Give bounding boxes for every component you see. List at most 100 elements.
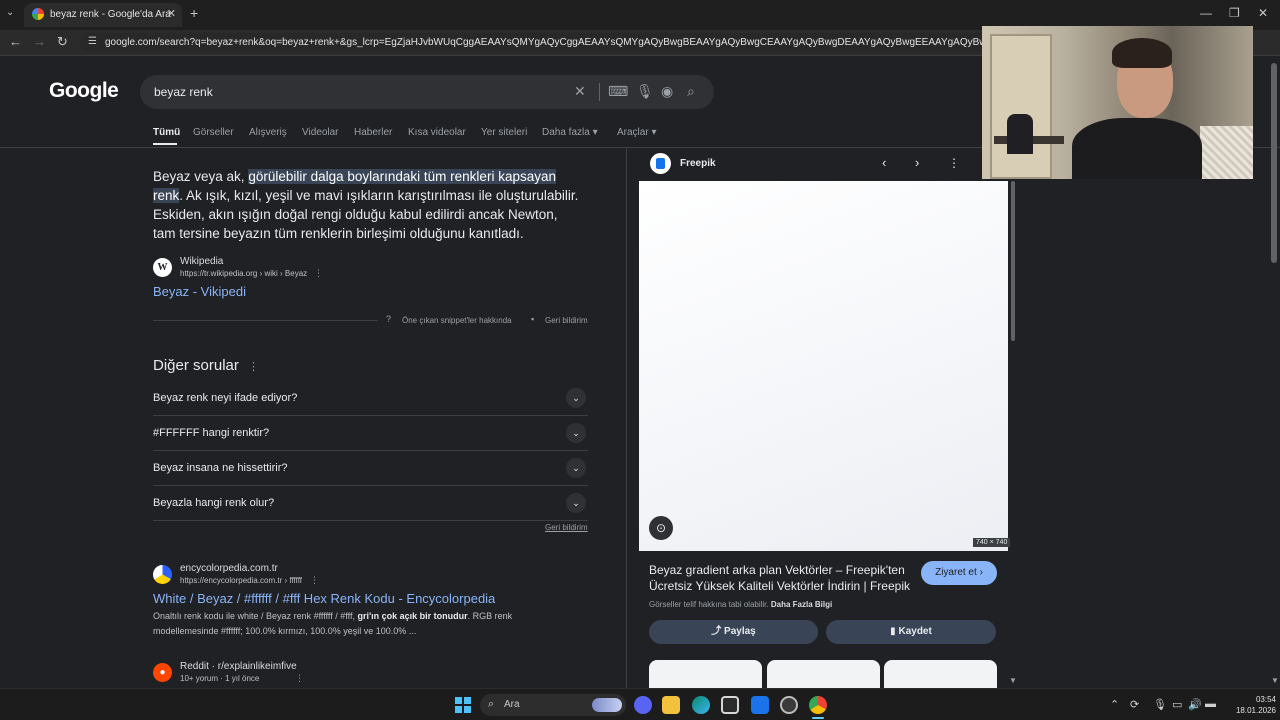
result-site-url[interactable]: https://encycolorpedia.com.tr › ffffff <box>180 576 302 585</box>
page-scrollbar[interactable] <box>1271 63 1277 263</box>
tab-google-search[interactable]: beyaz renk - Google'da Ara ✕ <box>24 3 182 27</box>
panel-divider <box>626 148 627 688</box>
sync-icon[interactable]: ⟳ <box>1130 698 1139 711</box>
webcam-background-door <box>990 34 1052 179</box>
lens-icon[interactable]: ◉ <box>661 83 673 100</box>
clear-search-icon[interactable]: ✕ <box>574 83 586 100</box>
preview-image[interactable] <box>639 181 1008 551</box>
close-tab-icon[interactable]: ✕ <box>167 7 176 20</box>
more-options-icon[interactable]: ⋮ <box>314 268 323 279</box>
copyright-text: Görseller telif hakkına tabi olabilir. <box>649 600 769 609</box>
panel-image-title[interactable]: Beyaz gradient arka plan Vektörler – Fre… <box>649 562 914 594</box>
network-icon[interactable]: ▭ <box>1172 698 1182 711</box>
reddit-icon: ● <box>153 663 172 682</box>
store-icon[interactable] <box>721 696 739 714</box>
snippet-source-url[interactable]: https://tr.wikipedia.org › wiki › Beyaz <box>180 269 307 278</box>
result-description: Onaltılı renk kodu ile white / Beyaz ren… <box>153 609 553 639</box>
learn-more-link[interactable]: Daha Fazla Bilgi <box>771 600 832 609</box>
webcam-overlay <box>982 26 1253 179</box>
visit-site-button[interactable]: Ziyaret et › <box>921 561 997 585</box>
google-logo[interactable]: Google <box>49 79 119 103</box>
more-options-icon[interactable]: ⋮ <box>248 360 259 373</box>
minimize-icon[interactable]: — <box>1200 6 1212 20</box>
tab-images[interactable]: Görseller <box>193 127 234 138</box>
lens-search-icon[interactable]: ⊙ <box>649 516 673 540</box>
edge-icon[interactable] <box>692 696 710 714</box>
save-button[interactable]: ▮ Kaydet <box>826 620 996 644</box>
save-label: Kaydet <box>898 626 932 637</box>
microphone-icon[interactable]: 🎙 <box>1153 698 1167 711</box>
keyboard-icon[interactable]: ⌨ <box>608 83 628 100</box>
snippet-result-link[interactable]: Beyaz - Vikipedi <box>153 284 246 299</box>
tab-tools-label: Araçlar <box>617 127 649 138</box>
restore-icon[interactable]: ❐ <box>1229 6 1240 20</box>
questions-feedback-link[interactable]: Geri bildirim <box>545 523 588 532</box>
taskbar-clock[interactable]: 03:54 18.01.2026 <box>1226 694 1276 716</box>
tab-more[interactable]: Daha fazla ▾ <box>542 127 598 138</box>
clock-date: 18.01.2026 <box>1235 706 1276 715</box>
image-size-badge: 740 × 740 <box>973 538 1011 547</box>
more-options-icon[interactable]: ⋮ <box>948 156 960 170</box>
chevron-down-icon[interactable]: ⌄ <box>566 423 586 443</box>
chrome-icon[interactable] <box>809 696 827 714</box>
volume-icon[interactable]: 🔊 <box>1188 698 1202 711</box>
snippet-source-name[interactable]: Wikipedia <box>180 256 223 267</box>
file-explorer-icon[interactable] <box>662 696 680 714</box>
tab-search-icon[interactable]: ⌄ <box>6 7 14 18</box>
tab-tools[interactable]: Araçlar ▾ <box>617 127 657 138</box>
close-window-icon[interactable]: ✕ <box>1258 6 1268 20</box>
featured-snippet-text: Beyaz veya ak, görülebilir dalga boyları… <box>153 167 583 243</box>
chevron-down-icon[interactable]: ⌄ <box>566 493 586 513</box>
tab-shopping[interactable]: Alışveriş <box>249 127 287 138</box>
snippet-feedback-link[interactable]: Geri bildirim <box>545 316 588 325</box>
panel-scrollbar[interactable] <box>1011 181 1015 341</box>
search-input[interactable]: beyaz renk ✕ ⌨ 🎙 ◉ ⌕ <box>140 75 714 109</box>
new-tab-button[interactable]: + <box>190 5 198 21</box>
search-highlight-icon <box>592 698 622 712</box>
discord-icon[interactable] <box>634 696 652 714</box>
address-bar[interactable]: ☰ google.com/search?q=beyaz+renk&oq=beya… <box>80 33 990 52</box>
site-info-icon[interactable]: ☰ <box>88 36 97 47</box>
related-image-thumbnail[interactable] <box>767 660 880 688</box>
tab-short-videos[interactable]: Kısa videolar <box>408 127 466 138</box>
search-icon[interactable]: ⌕ <box>687 83 695 100</box>
forward-icon[interactable]: → <box>33 34 46 50</box>
about-snippets-link[interactable]: Öne çıkan snippet'ler hakkında <box>402 316 512 325</box>
next-image-icon[interactable]: › <box>915 155 919 170</box>
share-button[interactable]: ⤴ Paylaş <box>649 620 818 644</box>
tray-overflow-icon[interactable]: ⌃ <box>1110 698 1119 711</box>
result-site-name[interactable]: encycolorpedia.com.tr <box>180 563 278 574</box>
bookmark-icon: ▮ <box>890 626 896 637</box>
scroll-down-icon[interactable]: ▼ <box>1009 676 1017 685</box>
battery-icon[interactable]: ▬ <box>1205 698 1216 710</box>
related-question-row[interactable]: Beyaz renk neyi ifade ediyor? ⌄ <box>153 381 588 416</box>
back-icon[interactable]: ← <box>9 34 22 50</box>
chevron-down-icon[interactable]: ⌄ <box>566 458 586 478</box>
search-query[interactable]: beyaz renk <box>154 85 213 99</box>
taskbar-search[interactable]: ⌕ Ara <box>480 694 626 716</box>
mail-icon[interactable] <box>751 696 769 714</box>
tab-videos[interactable]: Videolar <box>302 127 339 138</box>
steam-icon[interactable] <box>780 696 798 714</box>
related-question-row[interactable]: Beyazla hangi renk olur? ⌄ <box>153 486 588 521</box>
tab-all[interactable]: Tümü <box>153 127 180 138</box>
scroll-down-icon[interactable]: ▼ <box>1271 676 1279 685</box>
chevron-down-icon[interactable]: ⌄ <box>566 388 586 408</box>
previous-image-icon[interactable]: ‹ <box>882 155 886 170</box>
start-icon[interactable] <box>455 697 471 713</box>
more-options-icon[interactable]: ⋮ <box>310 575 319 586</box>
panel-source-name[interactable]: Freepik <box>680 158 716 169</box>
related-questions-title: Diğer sorular <box>153 357 239 374</box>
result-title-link[interactable]: White / Beyaz / #ffffff / #fff Hex Renk … <box>153 591 495 606</box>
result-site-name[interactable]: Reddit · r/explainlikeimfive <box>180 661 297 672</box>
related-image-thumbnail[interactable] <box>884 660 997 688</box>
more-options-icon[interactable]: ⋮ <box>295 673 304 684</box>
tab-news[interactable]: Haberler <box>354 127 392 138</box>
microphone-icon[interactable]: 🎙 <box>636 83 654 100</box>
related-question-row[interactable]: Beyaz insana ne hissettirir? ⌄ <box>153 451 588 486</box>
related-image-thumbnail[interactable] <box>649 660 762 688</box>
reload-icon[interactable]: ↻ <box>57 34 68 50</box>
webcam-background-person <box>1007 114 1033 154</box>
related-question-row[interactable]: #FFFFFF hangi renktir? ⌄ <box>153 416 588 451</box>
tab-forums[interactable]: Yer siteleri <box>481 127 527 138</box>
